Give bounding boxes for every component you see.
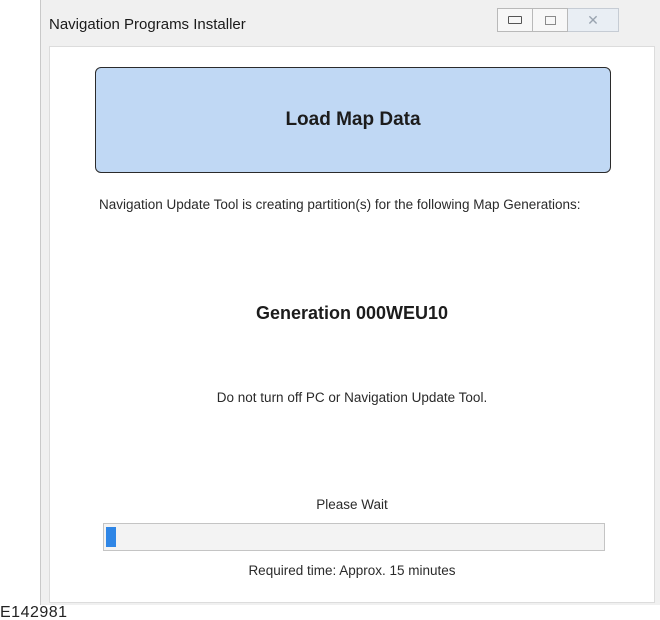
title-bar[interactable]: Navigation Programs Installer ✕	[41, 0, 660, 46]
warning-message: Do not turn off PC or Navigation Update …	[216, 390, 488, 405]
header-banner: Load Map Data	[95, 67, 611, 173]
installer-content: Load Map Data Navigation Update Tool is …	[49, 46, 655, 603]
figure-id: E142981	[0, 604, 68, 620]
progress-fill	[106, 527, 116, 547]
maximize-button[interactable]	[533, 8, 568, 32]
maximize-icon	[544, 15, 556, 25]
close-button[interactable]: ✕	[568, 8, 619, 32]
caption-buttons: ✕	[497, 8, 619, 32]
window-title: Navigation Programs Installer	[49, 16, 246, 33]
please-wait-label: Please Wait	[316, 497, 388, 512]
minimize-icon	[508, 16, 522, 24]
installer-window: Navigation Programs Installer ✕ Load Map…	[40, 0, 660, 605]
map-generation: Generation 000WEU10	[255, 303, 449, 323]
required-time-label: Required time: Approx. 15 minutes	[248, 563, 456, 578]
status-message: Navigation Update Tool is creating parti…	[99, 197, 581, 212]
screenshot-stage: Navigation Programs Installer ✕ Load Map…	[0, 0, 660, 620]
progress-bar	[103, 523, 605, 551]
close-icon: ✕	[587, 12, 599, 28]
banner-title: Load Map Data	[285, 109, 421, 130]
minimize-button[interactable]	[497, 8, 533, 32]
